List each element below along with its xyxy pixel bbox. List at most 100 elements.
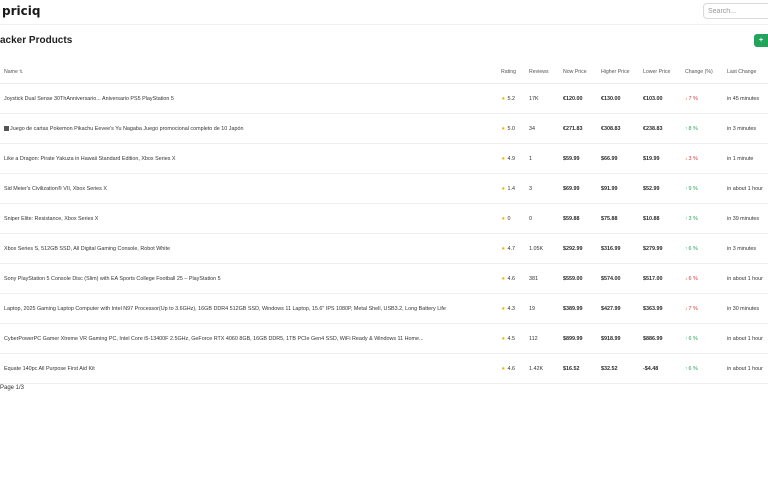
product-name-label: Equate 140pc All Purpose First Aid Kit bbox=[4, 365, 95, 372]
column-header-last-change[interactable]: Last Change bbox=[727, 60, 768, 84]
search-input[interactable] bbox=[703, 3, 768, 19]
change-percent: ↓3 % bbox=[685, 143, 727, 174]
higher-price: $918.99 bbox=[601, 323, 643, 354]
table-row[interactable]: Sony PlayStation 5 Console Disc (Slim) w… bbox=[0, 263, 768, 294]
product-name-label: Xbox Series S, 512GB SSD, All Digital Ga… bbox=[4, 245, 170, 252]
product-name[interactable]: Equate 140pc All Purpose First Aid Kit bbox=[0, 353, 501, 384]
higher-price: $316.99 bbox=[601, 233, 643, 264]
product-name[interactable]: Juego de cartas Pokemon Pikachu Eevee's … bbox=[0, 113, 501, 144]
now-price: €271.83 bbox=[563, 113, 601, 144]
arrow-down-icon: ↓ bbox=[685, 305, 688, 312]
column-header-now-price[interactable]: Now Price bbox=[563, 60, 601, 84]
column-header-name[interactable]: Name⇅ bbox=[0, 60, 501, 84]
arrow-up-icon: ↑ bbox=[685, 185, 688, 192]
change-percent: ↑3 % bbox=[685, 203, 727, 234]
rating-value: 1.4 bbox=[507, 185, 515, 192]
column-header-rating[interactable]: Rating bbox=[501, 60, 529, 84]
lower-price: $886.99 bbox=[643, 323, 685, 354]
last-change: in 3 minutes bbox=[727, 233, 768, 264]
product-name-label: Sony PlayStation 5 Console Disc (Slim) w… bbox=[4, 275, 221, 282]
arrow-down-icon: ↓ bbox=[685, 155, 688, 162]
star-icon: ★ bbox=[501, 125, 506, 132]
rating-value: 4.7 bbox=[507, 245, 515, 252]
product-rating: ★ 4.3 bbox=[501, 293, 529, 324]
change-value: 7 % bbox=[688, 305, 698, 312]
change-value: 7 % bbox=[688, 95, 698, 102]
product-name[interactable]: Laptop, 2025 Gaming Laptop Computer with… bbox=[0, 293, 501, 324]
now-price: $559.00 bbox=[563, 263, 601, 294]
product-reviews: 17K bbox=[529, 83, 563, 114]
rating-value: 4.5 bbox=[507, 335, 515, 342]
product-rating: ★ 5.0 bbox=[501, 113, 529, 144]
product-rating: ★ 4.9 bbox=[501, 143, 529, 174]
table-row[interactable]: Juego de cartas Pokemon Pikachu Eevee's … bbox=[0, 113, 768, 144]
page-title: acker Products bbox=[0, 35, 73, 46]
star-icon: ★ bbox=[501, 335, 506, 342]
product-name[interactable]: CyberPowerPC Gamer Xtreme VR Gaming PC, … bbox=[0, 323, 501, 354]
change-value: 9 % bbox=[688, 185, 698, 192]
star-icon: ★ bbox=[501, 245, 506, 252]
product-rating: ★ 4.6 bbox=[501, 263, 529, 294]
table-row[interactable]: Laptop, 2025 Gaming Laptop Computer with… bbox=[0, 293, 768, 324]
products-table: Name⇅ Rating Reviews Now Price Higher Pr… bbox=[0, 60, 768, 384]
last-change: in about 1 hour bbox=[727, 323, 768, 354]
rating-value: 4.6 bbox=[507, 365, 515, 372]
product-name-label: Sid Meier's Civilization® VII, Xbox Seri… bbox=[4, 185, 107, 192]
change-percent: ↑6 % bbox=[685, 353, 727, 384]
product-reviews: 3 bbox=[529, 173, 563, 204]
star-icon: ★ bbox=[501, 365, 506, 372]
column-header-higher-price[interactable]: Higher Price bbox=[601, 60, 643, 84]
arrow-up-icon: ↑ bbox=[685, 215, 688, 222]
lower-price: $10.88 bbox=[643, 203, 685, 234]
top-bar: priciq bbox=[0, 0, 768, 25]
table-row[interactable]: Joystick Dual Sense 30ThAnniversario... … bbox=[0, 83, 768, 114]
table-row[interactable]: Like a Dragon: Pirate Yakuza in Hawaii S… bbox=[0, 143, 768, 174]
change-percent: ↓6 % bbox=[685, 263, 727, 294]
pagination-label: Page 1/3 bbox=[0, 385, 25, 391]
product-name[interactable]: Xbox Series S, 512GB SSD, All Digital Ga… bbox=[0, 233, 501, 264]
add-product-button[interactable]: + bbox=[754, 34, 768, 47]
table-row[interactable]: Xbox Series S, 512GB SSD, All Digital Ga… bbox=[0, 233, 768, 264]
table-row[interactable]: Equate 140pc All Purpose First Aid Kit ★ 4… bbox=[0, 353, 768, 384]
change-value: 8 % bbox=[688, 125, 698, 132]
column-header-change[interactable]: Change (%) bbox=[685, 60, 727, 84]
change-value: 6 % bbox=[688, 245, 698, 252]
change-percent: ↑9 % bbox=[685, 173, 727, 204]
table-row[interactable]: Sniper Elite: Resistance, Xbox Series X ★… bbox=[0, 203, 768, 234]
table-row[interactable]: CyberPowerPC Gamer Xtreme VR Gaming PC, … bbox=[0, 323, 768, 354]
product-name[interactable]: Joystick Dual Sense 30ThAnniversario... … bbox=[0, 83, 501, 114]
change-value: 6 % bbox=[688, 335, 698, 342]
arrow-down-icon: ↓ bbox=[685, 275, 688, 282]
product-reviews: 1.05K bbox=[529, 233, 563, 264]
lower-price: €103.00 bbox=[643, 83, 685, 114]
product-reviews: 19 bbox=[529, 293, 563, 324]
star-icon: ★ bbox=[501, 155, 506, 162]
product-name[interactable]: Sid Meier's Civilization® VII, Xbox Seri… bbox=[0, 173, 501, 204]
product-reviews: 1 bbox=[529, 143, 563, 174]
sort-icon[interactable]: ⇅ bbox=[19, 69, 23, 75]
last-change: in about 1 hour bbox=[727, 263, 768, 294]
product-reviews: 381 bbox=[529, 263, 563, 294]
table-row[interactable]: Sid Meier's Civilization® VII, Xbox Seri… bbox=[0, 173, 768, 204]
change-percent: ↑6 % bbox=[685, 233, 727, 264]
change-value: 3 % bbox=[688, 155, 698, 162]
product-name[interactable]: Sniper Elite: Resistance, Xbox Series X bbox=[0, 203, 501, 234]
last-change: in 39 minutes bbox=[727, 203, 768, 234]
last-change: in about 1 hour bbox=[727, 173, 768, 204]
now-price: $899.99 bbox=[563, 323, 601, 354]
table-header-row: Name⇅ Rating Reviews Now Price Higher Pr… bbox=[0, 60, 768, 84]
column-header-lower-price[interactable]: Lower Price bbox=[643, 60, 685, 84]
arrow-up-icon: ↑ bbox=[685, 335, 688, 342]
brand-logo[interactable]: priciq bbox=[2, 4, 40, 18]
product-name[interactable]: Sony PlayStation 5 Console Disc (Slim) w… bbox=[0, 263, 501, 294]
product-reviews: 34 bbox=[529, 113, 563, 144]
product-rating: ★ 4.5 bbox=[501, 323, 529, 354]
last-change: in 30 minutes bbox=[727, 293, 768, 324]
column-header-reviews[interactable]: Reviews bbox=[529, 60, 563, 84]
higher-price: $66.99 bbox=[601, 143, 643, 174]
product-reviews: 1.42K bbox=[529, 353, 563, 384]
star-icon: ★ bbox=[501, 215, 506, 222]
product-name[interactable]: Like a Dragon: Pirate Yakuza in Hawaii S… bbox=[0, 143, 501, 174]
arrow-up-icon: ↑ bbox=[685, 365, 688, 372]
product-name-label: CyberPowerPC Gamer Xtreme VR Gaming PC, … bbox=[4, 335, 424, 342]
